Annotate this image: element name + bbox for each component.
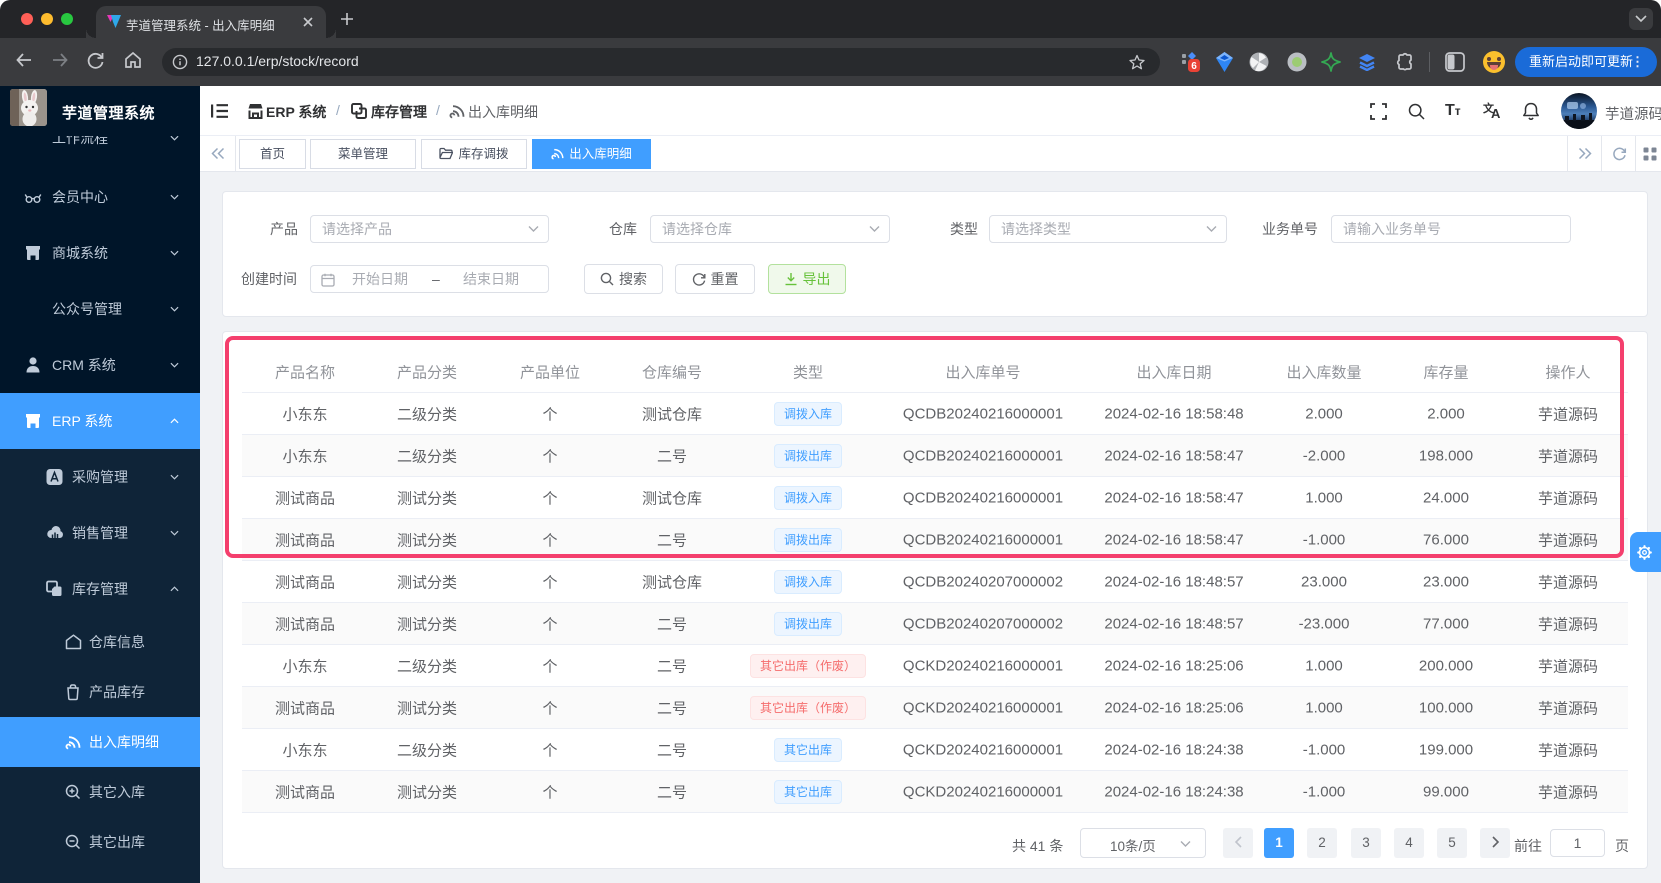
svg-text:6: 6 — [1191, 61, 1197, 72]
